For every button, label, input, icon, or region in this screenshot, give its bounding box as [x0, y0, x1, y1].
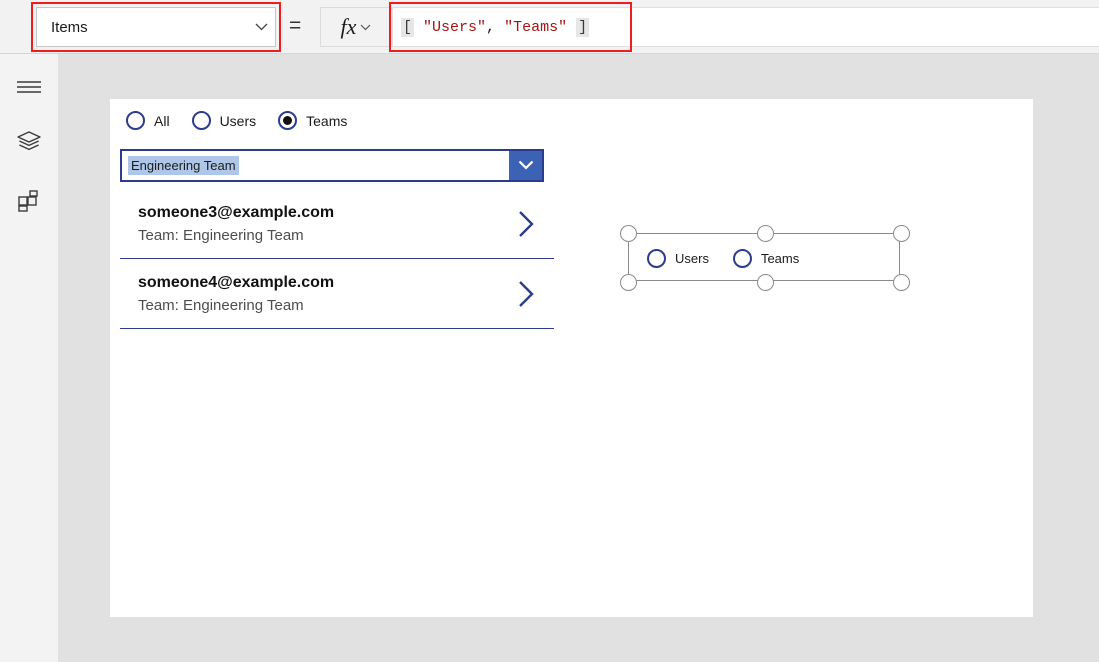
radio-circle-users — [647, 248, 666, 268]
resize-handle-bottom-left[interactable] — [620, 274, 637, 291]
gallery-item-title: someone3@example.com — [138, 203, 335, 221]
app-screen: All Users Teams Engineering Team someone… — [110, 99, 1033, 617]
gallery-item-subtitle: Team: Engineering Team — [138, 296, 304, 314]
rail-item-tree-view[interactable] — [0, 120, 58, 166]
rail-item-insert[interactable] — [0, 180, 58, 226]
resize-handle-top-left[interactable] — [620, 225, 637, 242]
gallery-item-subtitle: Team: Engineering Team — [138, 226, 304, 244]
team-dropdown[interactable]: Engineering Team — [120, 149, 544, 182]
layers-icon — [16, 130, 42, 157]
radio-circle-teams — [278, 111, 298, 130]
resize-handle-top-middle[interactable] — [757, 225, 774, 242]
property-dropdown[interactable]: Items — [36, 7, 276, 47]
radio-option-users[interactable]: Users — [191, 111, 257, 130]
rail-item-hamburger[interactable] — [0, 66, 58, 112]
radio-label-all: All — [154, 112, 170, 129]
gallery-item-text: someone4@example.com Team: Engineering T… — [120, 272, 498, 316]
user-gallery[interactable]: someone3@example.com Team: Engineering T… — [120, 189, 554, 329]
selected-radio-control[interactable]: Users Teams — [620, 225, 910, 291]
selected-radio-option-users[interactable]: Users — [647, 248, 709, 268]
canvas-area: All Users Teams Engineering Team someone… — [58, 54, 1099, 662]
team-dropdown-button[interactable] — [509, 151, 542, 180]
radio-circle-all — [126, 111, 145, 130]
formula-token-close-bracket: ] — [576, 17, 590, 37]
resize-handle-bottom-middle[interactable] — [757, 274, 774, 291]
radio-label-users: Users — [219, 112, 257, 129]
formula-input[interactable]: [ "Users" , "Teams" ] — [392, 7, 1099, 47]
chevron-down-icon — [360, 24, 371, 31]
formula-token-space-1 — [414, 19, 423, 36]
formula-token-space-2 — [495, 19, 504, 36]
equals-sign: = — [289, 14, 302, 37]
gallery-item[interactable]: someone4@example.com Team: Engineering T… — [120, 259, 554, 329]
gallery-item[interactable]: someone3@example.com Team: Engineering T… — [120, 189, 554, 259]
chevron-down-icon — [247, 23, 275, 31]
team-dropdown-text: Engineering Team — [122, 151, 509, 180]
radio-label-teams: Teams — [306, 112, 348, 129]
formula-bar: Items = fx [ "Users" , "Teams" ] — [0, 0, 1099, 54]
radio-circle-users — [191, 111, 211, 130]
formula-token-space-3 — [567, 19, 576, 36]
fx-button[interactable]: fx — [320, 7, 392, 47]
components-grid-icon — [17, 189, 41, 218]
app-radio-group[interactable]: All Users Teams — [126, 111, 369, 130]
radio-label-teams: Teams — [760, 250, 800, 266]
formula-token-open-bracket: [ — [401, 17, 415, 37]
radio-option-all[interactable]: All — [126, 111, 170, 130]
gallery-item-text: someone3@example.com Team: Engineering T… — [120, 202, 498, 246]
hamburger-icon — [16, 79, 42, 100]
radio-option-teams[interactable]: Teams — [278, 111, 347, 130]
radio-label-users: Users — [675, 250, 709, 266]
property-dropdown-value: Items — [51, 18, 88, 36]
fx-glyph: fx — [340, 14, 357, 39]
formula-token-string-teams: "Teams" — [504, 18, 568, 36]
chevron-right-icon[interactable] — [498, 279, 554, 309]
selected-radio-group[interactable]: Users Teams — [647, 234, 823, 282]
formula-token-comma: , — [486, 18, 496, 36]
radio-circle-teams — [732, 248, 752, 268]
resize-handle-bottom-right[interactable] — [893, 274, 910, 291]
chevron-right-icon[interactable] — [498, 209, 554, 239]
chevron-down-icon — [518, 157, 534, 175]
selected-radio-option-teams[interactable]: Teams — [732, 248, 800, 268]
gallery-item-title: someone4@example.com — [138, 273, 335, 291]
left-rail — [0, 54, 58, 662]
resize-handle-top-right[interactable] — [893, 225, 910, 242]
team-dropdown-value: Engineering Team — [128, 156, 239, 175]
formula-token-string-users: "Users" — [423, 18, 487, 36]
